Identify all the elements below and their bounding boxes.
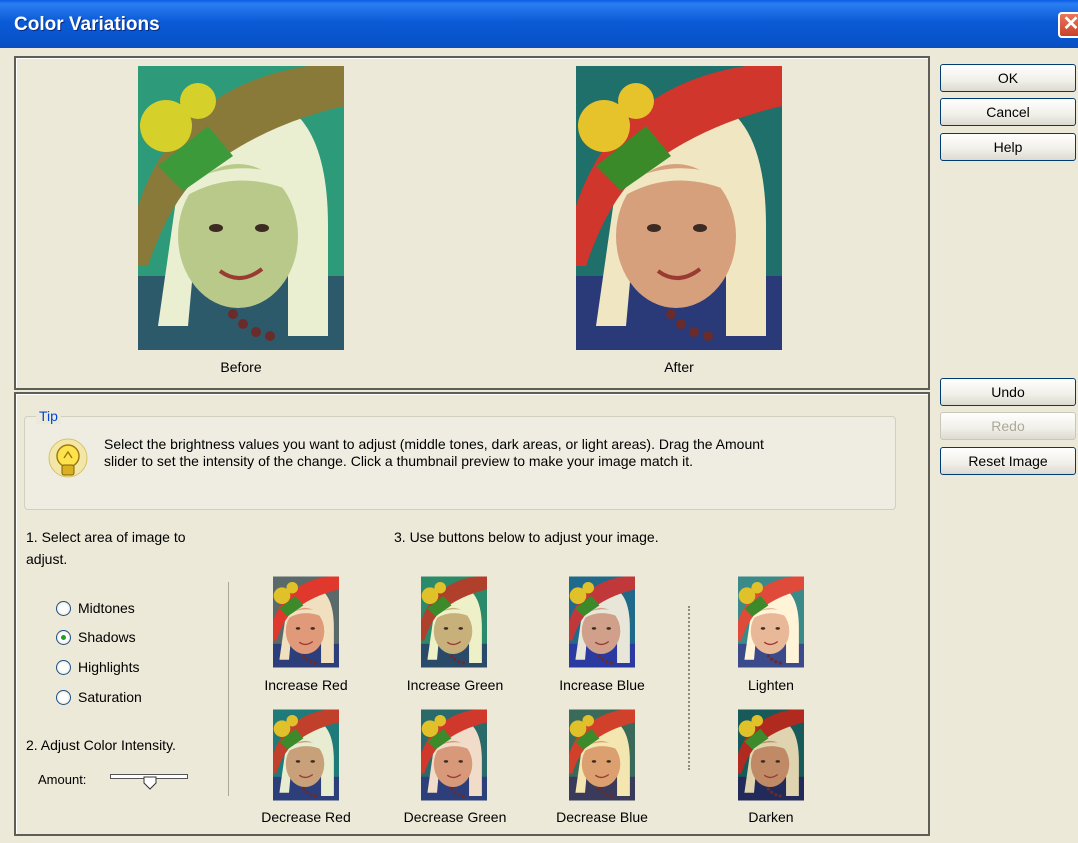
thumb-decrease-blue[interactable] bbox=[569, 709, 635, 801]
after-label: After bbox=[664, 359, 694, 375]
before-image bbox=[138, 66, 344, 350]
radio-button[interactable] bbox=[56, 690, 71, 705]
tip-legend: Tip bbox=[36, 408, 61, 424]
window-title: Color Variations bbox=[14, 14, 160, 35]
amount-slider-thumb[interactable] bbox=[143, 776, 157, 790]
step3-label: 3. Use buttons below to adjust your imag… bbox=[394, 529, 659, 545]
radio-label: Highlights bbox=[78, 659, 140, 675]
decrease-green-label: Decrease Green bbox=[403, 809, 507, 825]
thumb-decrease-green[interactable] bbox=[421, 709, 487, 801]
thumb-increase-red[interactable] bbox=[273, 576, 339, 668]
undo-button[interactable]: Undo bbox=[940, 378, 1076, 406]
thumb-darken[interactable] bbox=[738, 709, 804, 801]
radio-button[interactable] bbox=[56, 660, 71, 675]
darken-label: Darken bbox=[748, 809, 794, 825]
increase-green-label: Increase Green bbox=[406, 677, 504, 693]
radio-button[interactable] bbox=[56, 630, 71, 645]
lighten-label: Lighten bbox=[748, 677, 794, 693]
before-label: Before bbox=[220, 359, 262, 375]
thumb-decrease-red[interactable] bbox=[273, 709, 339, 801]
radio-label: Shadows bbox=[78, 629, 136, 645]
help-button[interactable]: Help bbox=[940, 133, 1076, 161]
increase-red-label: Increase Red bbox=[264, 677, 348, 693]
radio-button[interactable] bbox=[56, 601, 71, 616]
decrease-blue-label: Decrease Blue bbox=[556, 809, 648, 825]
thumb-lighten[interactable] bbox=[738, 576, 804, 668]
ok-button[interactable]: OK bbox=[940, 64, 1076, 92]
increase-blue-label: Increase Blue bbox=[559, 677, 645, 693]
radio-selected-dot bbox=[61, 635, 66, 640]
tip-text: Select the brightness values you want to… bbox=[104, 436, 764, 469]
reset-image-button[interactable]: Reset Image bbox=[940, 447, 1076, 475]
redo-button: Redo bbox=[940, 412, 1076, 440]
step1-label: 1. Select area of image to adjust. bbox=[26, 529, 186, 567]
radio-label: Saturation bbox=[78, 689, 142, 705]
title-bar: Color Variations ✕ bbox=[0, 0, 1078, 48]
amount-label: Amount: bbox=[38, 772, 87, 787]
after-image bbox=[576, 66, 782, 350]
radio-label: Midtones bbox=[78, 600, 135, 616]
lightbulb-icon bbox=[48, 438, 88, 478]
thumb-increase-green[interactable] bbox=[421, 576, 487, 668]
step2-label: 2. Adjust Color Intensity. bbox=[26, 737, 176, 753]
dotted-separator bbox=[688, 606, 690, 770]
thumb-increase-blue[interactable] bbox=[569, 576, 635, 668]
decrease-red-label: Decrease Red bbox=[261, 809, 351, 825]
close-icon[interactable]: ✕ bbox=[1058, 12, 1078, 38]
cancel-button[interactable]: Cancel bbox=[940, 98, 1076, 126]
